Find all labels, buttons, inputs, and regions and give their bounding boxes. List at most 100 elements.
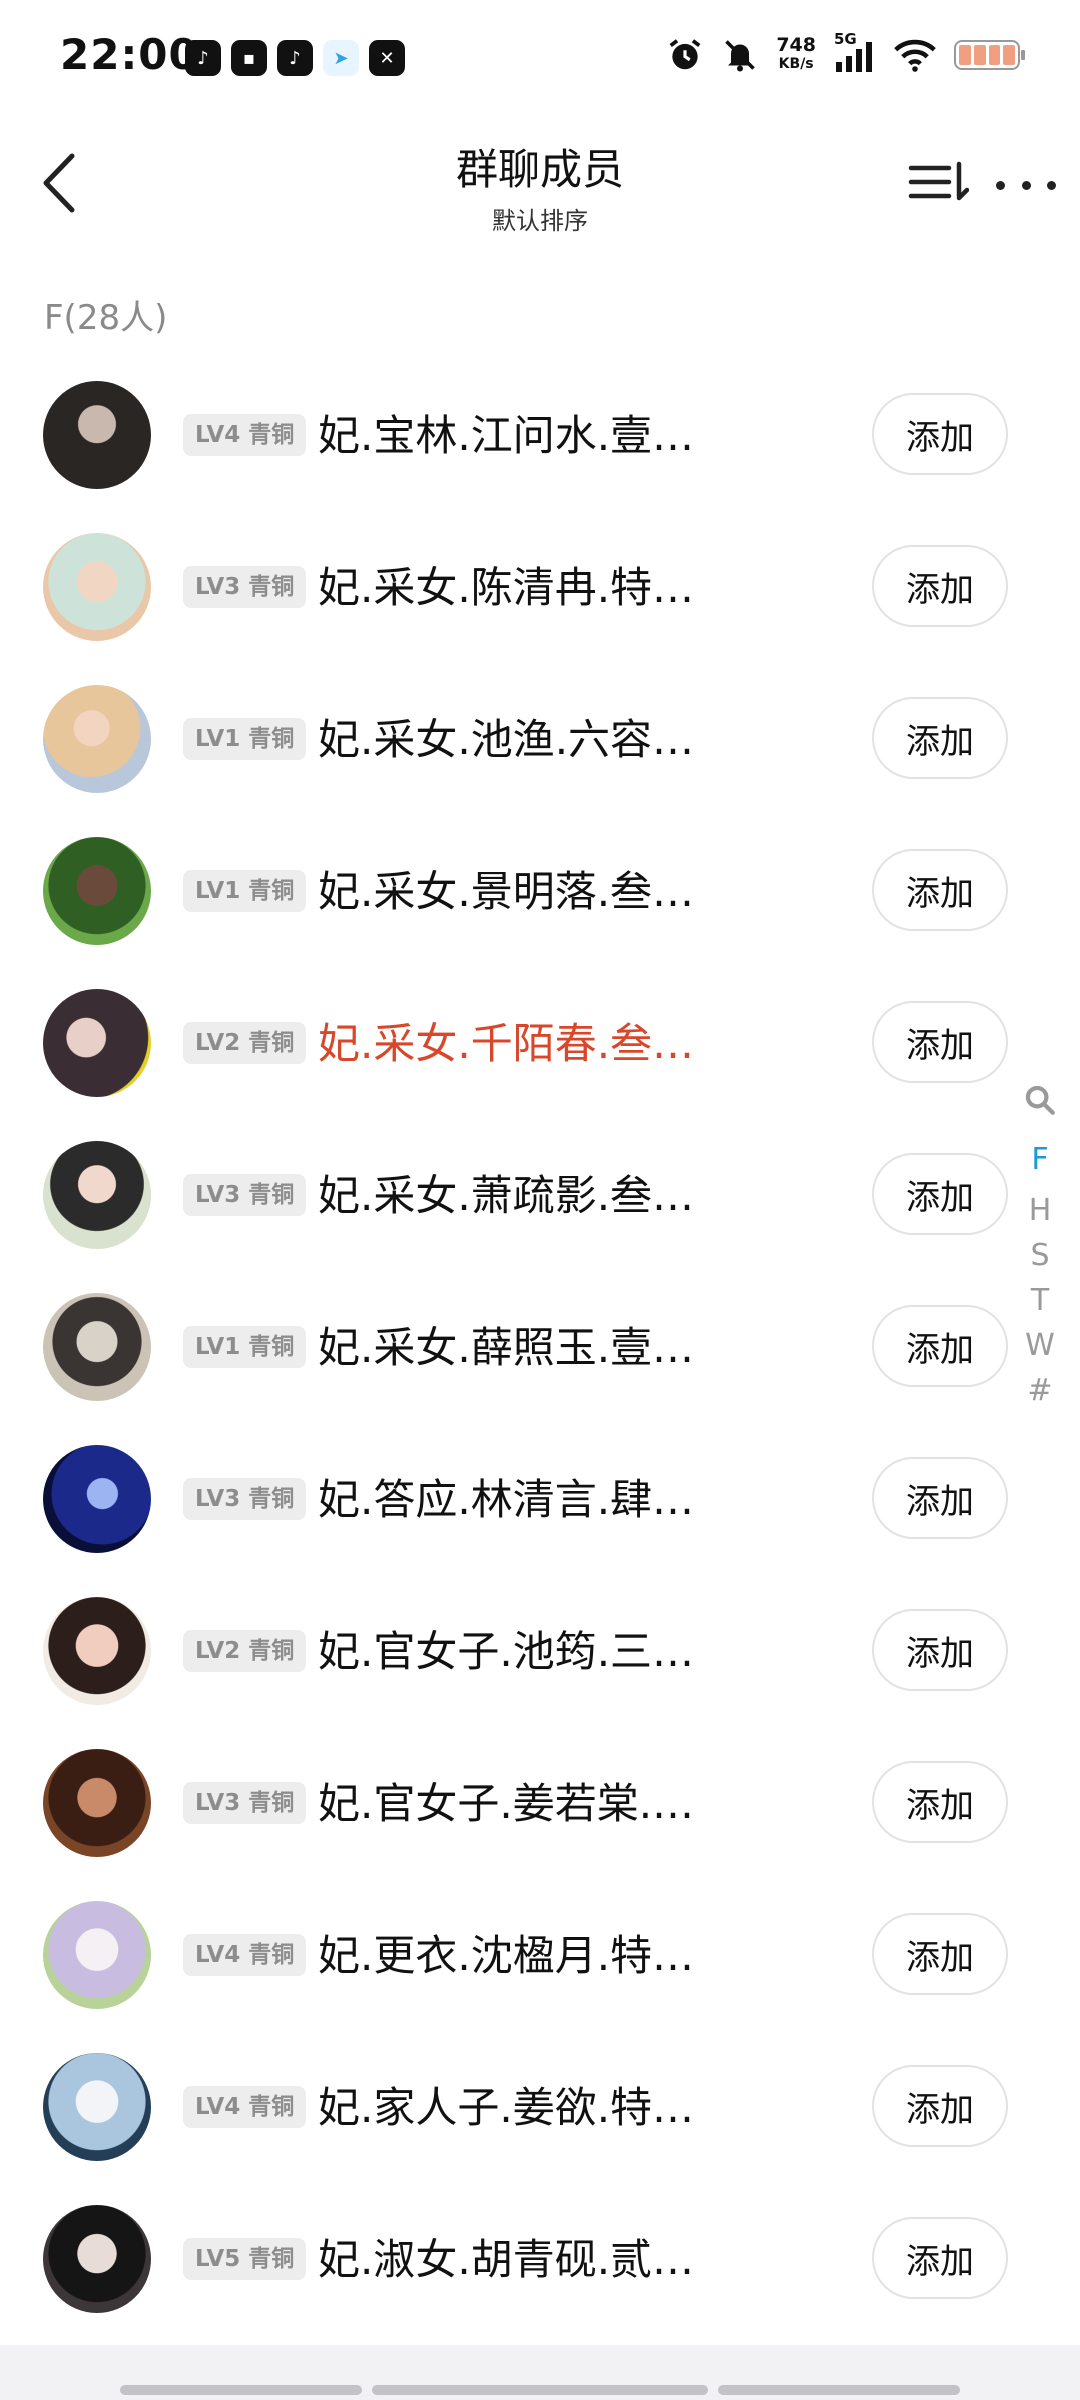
member-row[interactable]: LV4 青铜 妃.家人子.姜欲.特… 添加 (0, 2032, 1080, 2184)
level-badge: LV2 青铜 (183, 1022, 307, 1064)
avatar[interactable] (43, 533, 151, 641)
level-badge: LV3 青铜 (183, 1782, 307, 1824)
member-row[interactable]: LV4 青铜 妃.更衣.沈楹月.特… 添加 (0, 1880, 1080, 2032)
member-name[interactable]: 妃.采女.薛照玉.壹… (318, 1320, 728, 1376)
member-list: LV4 青铜 妃.宝林.江问水.壹… 添加 LV3 青铜 妃.采女.陈清冉.特… 添加 LV… (0, 360, 1080, 2336)
index-letter[interactable]: S (1010, 1233, 1070, 1278)
level-badge: LV3 青铜 (183, 1174, 307, 1216)
level-badge: LV1 青铜 (183, 870, 307, 912)
scroll-indicator-segment (120, 2385, 362, 2395)
member-row[interactable]: LV1 青铜 妃.采女.池渔.六容… 添加 (0, 664, 1080, 816)
avatar[interactable] (43, 1445, 151, 1553)
level-badge: LV2 青铜 (183, 1630, 307, 1672)
index-search-button[interactable] (1010, 1070, 1070, 1130)
notification-app-icons: ♪ ▪ ♪ ➤ ✕ (185, 40, 405, 76)
net-speed: 748 KB/s (776, 34, 816, 73)
add-friend-button[interactable]: 添加 (872, 1761, 1008, 1843)
level-badge: LV1 青铜 (183, 718, 307, 760)
search-icon (1025, 1085, 1055, 1115)
scroll-indicator-segment (372, 2385, 708, 2395)
index-letter[interactable]: T (1010, 1278, 1070, 1323)
more-dot-icon (1047, 180, 1056, 190)
member-name[interactable]: 妃.官女子.池筠.三… (318, 1624, 728, 1680)
status-indicators: 748 KB/s 5G (666, 30, 1025, 74)
member-name[interactable]: 妃.更衣.沈楹月.特… (318, 1928, 728, 1984)
level-badge: LV3 青铜 (183, 1478, 307, 1520)
member-name[interactable]: 妃.家人子.姜欲.特… (318, 2080, 728, 2136)
member-row[interactable]: LV5 青铜 妃.淑女.胡青砚.贰… 添加 (0, 2184, 1080, 2336)
more-dot-icon (1021, 180, 1031, 190)
add-friend-button[interactable]: 添加 (872, 1457, 1008, 1539)
capcut-icon: ✕ (369, 40, 405, 76)
sort-list-icon (908, 161, 970, 201)
bottom-bar (0, 2345, 1080, 2400)
member-name[interactable]: 妃.采女.景明落.叁… (318, 864, 728, 920)
avatar[interactable] (43, 1597, 151, 1705)
index-letter[interactable]: # (1010, 1368, 1070, 1413)
tiktok-icon: ♪ (277, 40, 313, 76)
member-row[interactable]: LV1 青铜 妃.采女.景明落.叁… 添加 (0, 816, 1080, 968)
alphabet-index-bar[interactable]: F H S T W # (1010, 1070, 1070, 1413)
wifi-icon (894, 39, 936, 72)
battery-icon (954, 40, 1025, 70)
level-badge: LV4 青铜 (183, 1934, 307, 1976)
index-letter[interactable]: H (1010, 1188, 1070, 1233)
member-name[interactable]: 妃.采女.萧疏影.叁… (318, 1168, 728, 1224)
member-name[interactable]: 妃.采女.千陌春.叁… (318, 1016, 728, 1072)
mute-icon (725, 40, 756, 72)
level-badge: LV4 青铜 (183, 2086, 307, 2128)
avatar[interactable] (43, 1293, 151, 1401)
avatar[interactable] (43, 1901, 151, 2009)
member-name[interactable]: 妃.答应.林清言.肆… (318, 1472, 728, 1528)
member-row[interactable]: LV2 青铜 妃.采女.千陌春.叁… 添加 (0, 968, 1080, 1120)
member-name[interactable]: 妃.官女子.姜若棠.… (318, 1776, 728, 1832)
add-friend-button[interactable]: 添加 (872, 393, 1008, 475)
member-row[interactable]: LV3 青铜 妃.采女.萧疏影.叁… 添加 (0, 1120, 1080, 1272)
alarm-icon (669, 39, 701, 70)
douyin-icon: ♪ (185, 40, 221, 76)
avatar[interactable] (43, 2053, 151, 2161)
add-friend-button[interactable]: 添加 (872, 545, 1008, 627)
level-badge: LV1 青铜 (183, 1326, 307, 1368)
status-time: 22:00 (60, 30, 199, 79)
section-header: F(28人) (44, 298, 168, 338)
add-friend-button[interactable]: 添加 (872, 1001, 1008, 1083)
app-icon: ▪ (231, 40, 267, 76)
member-row[interactable]: LV3 青铜 妃.官女子.姜若棠.… 添加 (0, 1728, 1080, 1880)
add-friend-button[interactable]: 添加 (872, 1609, 1008, 1691)
member-name[interactable]: 妃.淑女.胡青砚.贰… (318, 2232, 728, 2288)
member-row[interactable]: LV2 青铜 妃.官女子.池筠.三… 添加 (0, 1576, 1080, 1728)
member-name[interactable]: 妃.采女.陈清冉.特… (318, 560, 728, 616)
member-row[interactable]: LV3 青铜 妃.采女.陈清冉.特… 添加 (0, 512, 1080, 664)
add-friend-button[interactable]: 添加 (872, 1913, 1008, 1995)
member-name[interactable]: 妃.宝林.江问水.壹… (318, 408, 728, 464)
add-friend-button[interactable]: 添加 (872, 697, 1008, 779)
avatar[interactable] (43, 1141, 151, 1249)
level-badge: LV3 青铜 (183, 566, 307, 608)
add-friend-button[interactable]: 添加 (872, 849, 1008, 931)
telegram-icon: ➤ (323, 40, 359, 76)
sort-button[interactable] (905, 158, 970, 208)
avatar[interactable] (43, 685, 151, 793)
add-friend-button[interactable]: 添加 (872, 1305, 1008, 1387)
more-options-button[interactable] (996, 160, 1056, 210)
avatar[interactable] (43, 381, 151, 489)
level-badge: LV5 青铜 (183, 2238, 307, 2280)
avatar[interactable] (43, 2205, 151, 2313)
level-badge: LV4 青铜 (183, 414, 307, 456)
add-friend-button[interactable]: 添加 (872, 2065, 1008, 2147)
add-friend-button[interactable]: 添加 (872, 1153, 1008, 1235)
avatar[interactable] (43, 989, 151, 1097)
avatar[interactable] (43, 1749, 151, 1857)
member-row[interactable]: LV1 青铜 妃.采女.薛照玉.壹… 添加 (0, 1272, 1080, 1424)
index-letter[interactable]: W (1010, 1323, 1070, 1368)
avatar[interactable] (43, 837, 151, 945)
index-letter[interactable]: F (1010, 1130, 1070, 1188)
member-row[interactable]: LV4 青铜 妃.宝林.江问水.壹… 添加 (0, 360, 1080, 512)
status-bar: 22:00 ♪ ▪ ♪ ➤ ✕ 748 KB/s 5G (0, 0, 1080, 120)
signal-icon: 5G (834, 30, 876, 74)
member-row[interactable]: LV3 青铜 妃.答应.林清言.肆… 添加 (0, 1424, 1080, 1576)
top-navigation: 群聊成员 默认排序 (0, 120, 1080, 240)
member-name[interactable]: 妃.采女.池渔.六容… (318, 712, 728, 768)
add-friend-button[interactable]: 添加 (872, 2217, 1008, 2299)
